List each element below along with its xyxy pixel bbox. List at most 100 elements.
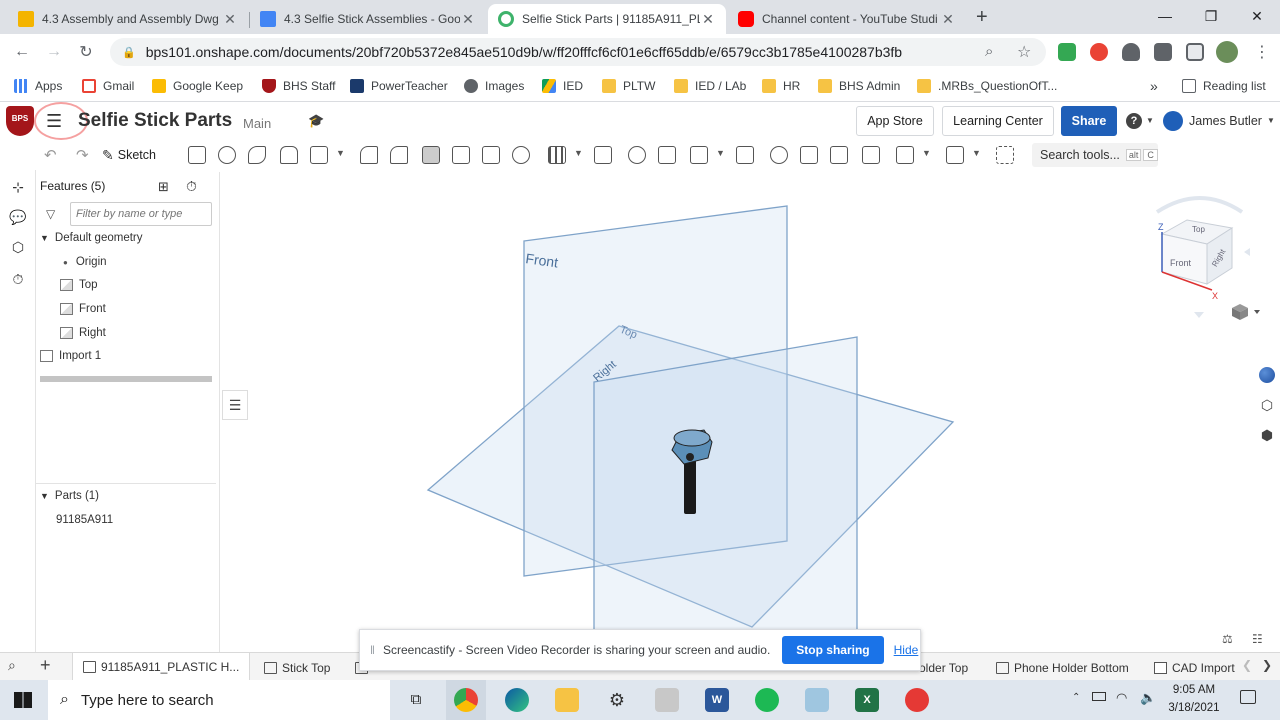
bookmark-powerteacher[interactable]: PowerTeacher <box>350 77 448 95</box>
bookmarks-more[interactable]: » <box>1150 77 1158 95</box>
battery-icon[interactable] <box>1092 692 1106 701</box>
chevron-down-icon[interactable]: ▼ <box>574 148 583 158</box>
settings-gear-icon[interactable]: ⚙ <box>605 688 629 712</box>
bookmark-ied-lab[interactable]: IED / LAb <box>674 77 746 95</box>
scroll-right-icon[interactable]: ❯ <box>1262 658 1272 672</box>
edge-icon[interactable] <box>505 688 529 712</box>
restore-icon[interactable]: ❐ <box>1188 0 1234 32</box>
bookmark-star-icon[interactable]: ☆ <box>1017 42 1031 62</box>
transform-icon[interactable] <box>690 146 708 164</box>
hamburger-menu-icon[interactable]: ☰ <box>46 111 62 132</box>
parts-icon[interactable]: ⬡ <box>9 238 27 256</box>
search-tools-input[interactable]: Search tools... alt C <box>1032 143 1158 167</box>
chevron-down-icon[interactable]: ▼ <box>336 148 345 158</box>
chevron-down-icon[interactable]: ▼ <box>1267 116 1275 125</box>
clock-date[interactable]: 3/18/2021 <box>1160 702 1228 714</box>
task-view-icon[interactable]: ⧉ <box>404 688 428 712</box>
chevron-down-icon[interactable]: ▼ <box>972 148 981 158</box>
units-icon[interactable]: ⚖ <box>1222 632 1233 646</box>
front-plane-row[interactable]: Front <box>60 303 106 315</box>
right-plane-row[interactable]: Right <box>60 327 106 339</box>
close-icon[interactable]: ✕ <box>222 11 238 28</box>
move-face-icon[interactable] <box>830 146 848 164</box>
windows-start-icon[interactable] <box>14 692 32 708</box>
rollback-timer-icon[interactable]: ⏱ <box>186 178 197 195</box>
profile-avatar[interactable] <box>1216 41 1238 63</box>
sketch-button[interactable]: ✎ Sketch <box>102 145 156 165</box>
tray-chevron-icon[interactable]: ⌃ <box>1072 692 1080 703</box>
delete-face-icon[interactable] <box>800 146 818 164</box>
sweep-icon[interactable] <box>248 146 266 164</box>
learning-center-button[interactable]: Learning Center <box>942 106 1054 136</box>
right-plane[interactable] <box>593 336 858 652</box>
split-icon[interactable] <box>658 146 676 164</box>
address-bar[interactable]: 🔒 bps101.onshape.com/documents/20bf720b5… <box>110 38 1046 66</box>
mass-properties-icon[interactable]: ⬢ <box>1254 422 1280 448</box>
bookmark-pltw[interactable]: PLTW <box>602 77 655 95</box>
close-window-icon[interactable]: ✕ <box>1234 0 1280 32</box>
cube-panel-icon[interactable]: ⬡ <box>1254 392 1280 418</box>
search-tabs-icon[interactable]: ⌕ <box>8 657 16 674</box>
bookmark-images[interactable]: Images <box>464 77 524 95</box>
user-name[interactable]: James Butler <box>1189 114 1262 128</box>
top-plane-row[interactable]: Top <box>60 279 98 291</box>
appearance-panel-icon[interactable] <box>1254 362 1280 388</box>
close-icon[interactable]: ✕ <box>700 11 716 28</box>
delete-part-icon[interactable] <box>736 146 754 164</box>
extension-icon[interactable] <box>1058 43 1076 61</box>
app-icon[interactable] <box>805 688 829 712</box>
part-row[interactable]: 91185A911 <box>56 514 113 526</box>
replace-face-icon[interactable] <box>862 146 880 164</box>
rollback-bar[interactable] <box>40 376 212 382</box>
bookmark-bhs-staff[interactable]: BHS Staff <box>262 77 335 95</box>
menu-dots-icon[interactable]: ⋮ <box>1254 42 1270 62</box>
add-tab-icon[interactable]: + <box>40 655 51 676</box>
tab-phone-holder-bottom[interactable]: Phone Holder Bottom <box>996 657 1129 679</box>
excel-icon[interactable]: X <box>855 688 879 712</box>
forward-icon[interactable]: → <box>42 40 66 64</box>
redo-icon[interactable]: ↷ <box>76 146 89 164</box>
tab-plastic-part[interactable]: 91185A911_PLASTIC H... <box>72 653 251 681</box>
file-explorer-icon[interactable] <box>555 688 579 712</box>
comments-icon[interactable]: 💬 <box>9 208 27 226</box>
media-icon[interactable] <box>1186 43 1204 61</box>
insert-icon[interactable]: ⊹ <box>9 178 27 196</box>
bookmark-gmail[interactable]: Gmail <box>82 77 134 95</box>
import-row[interactable]: Import 1 <box>40 350 101 362</box>
plane-icon[interactable] <box>896 146 914 164</box>
tab-phone-holder-top[interactable]: older Top <box>919 657 968 679</box>
draft-icon[interactable] <box>422 146 440 164</box>
close-icon[interactable]: ✕ <box>460 11 476 28</box>
view-options-icon[interactable] <box>1232 304 1260 320</box>
reading-list-button[interactable]: Reading list <box>1182 77 1266 95</box>
bps-logo[interactable]: BPS <box>6 106 34 136</box>
app-store-button[interactable]: App Store <box>856 106 934 136</box>
modify-fillet-icon[interactable] <box>770 146 788 164</box>
origin-row[interactable]: ● Origin <box>63 256 107 268</box>
cloud-icon[interactable] <box>1122 43 1140 61</box>
back-icon[interactable]: ← <box>10 40 34 64</box>
volume-icon[interactable]: 🔈 <box>1140 690 1156 706</box>
browser-tab-selfie-parts[interactable]: Selfie Stick Parts | 91185A911_PL ✕ <box>488 4 726 34</box>
taskbar-search-box[interactable]: ⌕ Type here to search <box>48 680 390 720</box>
bookmark-apps[interactable]: Apps <box>14 77 62 95</box>
share-button[interactable]: Share <box>1061 106 1117 136</box>
chrome-taskbar-slot[interactable] <box>446 680 486 720</box>
fillet-icon[interactable] <box>360 146 378 164</box>
word-icon[interactable]: W <box>705 688 729 712</box>
bookmark-bhs-admin[interactable]: BHS Admin <box>818 77 900 95</box>
undo-icon[interactable]: ↶ <box>44 146 57 164</box>
clock-time[interactable]: 9:05 AM <box>1160 684 1228 696</box>
paint-icon[interactable] <box>655 688 679 712</box>
rib-icon[interactable] <box>452 146 470 164</box>
graphics-viewport[interactable]: Front Top Right Top Front Right Z X <box>222 172 1280 652</box>
shell-icon[interactable] <box>482 146 500 164</box>
hole-icon[interactable] <box>512 146 530 164</box>
grid-icon[interactable]: ☷ <box>1252 632 1263 646</box>
chamfer-icon[interactable] <box>390 146 408 164</box>
thicken-icon[interactable] <box>310 146 328 164</box>
wifi-icon[interactable]: ◠ <box>1116 690 1127 706</box>
hide-button[interactable]: Hide <box>894 643 919 657</box>
extrude-icon[interactable] <box>188 146 206 164</box>
notifications-icon[interactable] <box>1240 690 1256 704</box>
